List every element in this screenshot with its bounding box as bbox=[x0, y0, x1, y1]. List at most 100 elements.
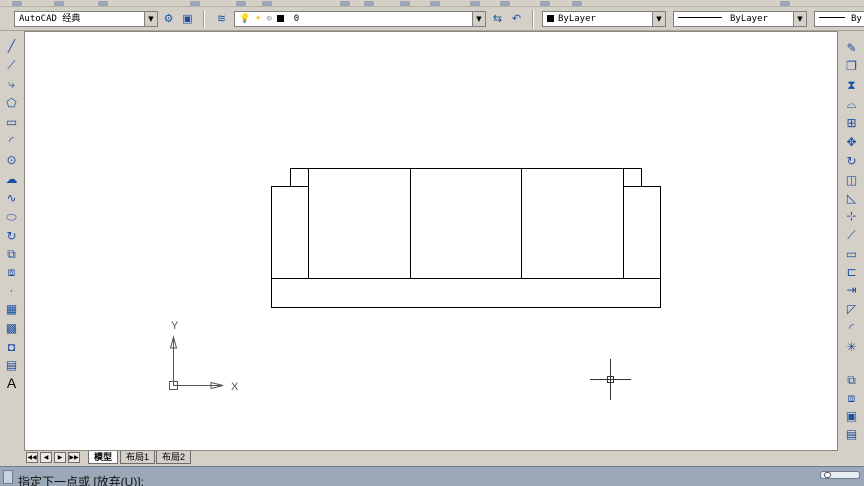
fillet-icon[interactable]: ◜ bbox=[843, 320, 860, 337]
command-line[interactable]: 指定下一点或 [放弃(U)]: bbox=[0, 466, 864, 486]
first-tab-icon[interactable]: ◀◀ bbox=[26, 452, 38, 463]
layer-freeze-icon: ☀ bbox=[255, 14, 262, 24]
break-at-point-icon[interactable]: ▭ bbox=[843, 246, 860, 263]
workspace-dropdown[interactable]: AutoCAD 经典 ▼ bbox=[14, 11, 158, 27]
prev-tab-icon[interactable]: ◀ bbox=[40, 452, 52, 463]
next-tab-icon[interactable]: ▶ bbox=[54, 452, 66, 463]
toolbar-separator bbox=[532, 10, 534, 28]
join-icon[interactable]: ⇥ bbox=[843, 282, 860, 299]
chevron-down-icon[interactable]: ▼ bbox=[652, 12, 665, 26]
toolbar-icon[interactable] bbox=[572, 1, 582, 6]
workspace-value: AutoCAD 经典 bbox=[19, 14, 81, 24]
gradient-icon[interactable]: ▩ bbox=[3, 320, 20, 337]
layer-previous-icon[interactable]: ↶ bbox=[509, 12, 524, 27]
draworder-above-icon[interactable]: ▣ bbox=[843, 408, 860, 425]
draworder-under-icon[interactable]: ▤ bbox=[843, 426, 860, 443]
table-icon[interactable]: ▤ bbox=[3, 357, 20, 374]
layer-lock-icon: ⊙ bbox=[266, 14, 272, 24]
polyline-icon[interactable]: ⤷ bbox=[3, 76, 20, 93]
last-tab-icon[interactable]: ▶▶ bbox=[68, 452, 80, 463]
sofa-left-arm bbox=[271, 186, 309, 279]
chamfer-icon[interactable]: ◸ bbox=[843, 301, 860, 318]
array-icon[interactable]: ⊞ bbox=[843, 115, 860, 132]
mirror-icon[interactable]: ⧗ bbox=[843, 77, 860, 94]
offset-icon[interactable]: ⌓ bbox=[843, 96, 860, 113]
crosshair-cursor bbox=[590, 359, 631, 400]
trim-icon[interactable]: ⊹ bbox=[843, 208, 860, 225]
stretch-icon[interactable]: ◺ bbox=[843, 190, 860, 207]
line-icon[interactable]: ╱ bbox=[3, 38, 20, 55]
construction-line-icon[interactable]: ⟋ bbox=[3, 57, 20, 74]
sofa-back-outline bbox=[290, 168, 642, 187]
rotate-icon[interactable]: ↻ bbox=[843, 153, 860, 170]
sofa-right-arm bbox=[623, 186, 661, 279]
arc-icon[interactable]: ◜ bbox=[3, 133, 20, 150]
ucs-y-label: Y bbox=[171, 320, 179, 332]
toolbar-icon[interactable] bbox=[540, 1, 550, 6]
circle-icon[interactable]: ⊙ bbox=[3, 152, 20, 169]
hatch-icon[interactable]: ▦ bbox=[3, 301, 20, 318]
make-block-icon[interactable]: ⧈ bbox=[3, 264, 20, 281]
chevron-down-icon[interactable]: ▼ bbox=[144, 12, 157, 26]
draworder-back-icon[interactable]: ⧈ bbox=[843, 390, 860, 407]
sofa-drawing bbox=[271, 168, 661, 308]
draworder-front-icon[interactable]: ⧉ bbox=[843, 372, 860, 389]
multiline-text-icon[interactable]: A bbox=[3, 375, 20, 392]
move-icon[interactable]: ✥ bbox=[843, 134, 860, 151]
ellipse-icon[interactable]: ⬭ bbox=[3, 209, 20, 226]
drawing-canvas[interactable]: Y X bbox=[24, 31, 838, 451]
workspace-save-icon[interactable]: ▣ bbox=[180, 12, 195, 27]
chevron-down-icon[interactable]: ▼ bbox=[793, 12, 806, 26]
toolbar-icon[interactable] bbox=[400, 1, 410, 6]
toolbar-icon[interactable] bbox=[12, 1, 22, 6]
tab-layout2[interactable]: 布局2 bbox=[156, 451, 192, 464]
lineweight-dropdown[interactable]: By bbox=[814, 11, 864, 27]
insert-block-icon[interactable]: ⧉ bbox=[3, 246, 20, 263]
toolbar-icon[interactable] bbox=[54, 1, 64, 6]
workspace-settings-icon[interactable]: ⚙ bbox=[161, 12, 176, 27]
chevron-down-icon[interactable]: ▼ bbox=[472, 12, 485, 26]
toolbar-separator bbox=[203, 10, 205, 28]
polygon-icon[interactable]: ⬠ bbox=[3, 95, 20, 112]
toolbar-icon[interactable] bbox=[340, 1, 350, 6]
point-icon[interactable]: · bbox=[3, 282, 20, 299]
toolbar-icon[interactable] bbox=[470, 1, 480, 6]
layer-manager-icon[interactable]: ≋ bbox=[214, 12, 229, 27]
erase-icon[interactable]: ✎ bbox=[843, 40, 860, 57]
tab-model[interactable]: 模型 bbox=[88, 451, 119, 464]
ucs-icon bbox=[169, 335, 224, 390]
command-scroll-knob[interactable] bbox=[824, 472, 831, 478]
make-object-layer-current-icon[interactable]: ⇆ bbox=[490, 12, 505, 27]
extend-icon[interactable]: ⟋ bbox=[843, 227, 860, 244]
scale-icon[interactable]: ◫ bbox=[843, 172, 860, 189]
layout-tabs-bar: ◀◀ ◀ ▶ ▶▶ 模型 布局1 布局2 bbox=[24, 451, 838, 465]
toolbar-icon[interactable] bbox=[430, 1, 440, 6]
linetype-value: ByLayer bbox=[730, 14, 768, 24]
ellipse-arc-icon[interactable]: ↻ bbox=[3, 228, 20, 245]
layer-on-icon: 💡 bbox=[239, 14, 251, 24]
lineweight-preview bbox=[819, 17, 845, 18]
toolbar-icon[interactable] bbox=[98, 1, 108, 6]
toolbar-icon[interactable] bbox=[780, 1, 790, 6]
autocad-window: AutoCAD 经典 ▼ ⚙ ▣ ≋ 💡 ☀ ⊙ 0 ▼ ⇆ ↶ ByLayer… bbox=[0, 0, 864, 486]
layer-dropdown[interactable]: 💡 ☀ ⊙ 0 ▼ bbox=[234, 11, 486, 27]
command-prompt: 指定下一点或 [放弃(U)]: bbox=[18, 475, 144, 486]
revision-cloud-icon[interactable]: ☁ bbox=[3, 171, 20, 188]
color-dropdown[interactable]: ByLayer ▼ bbox=[542, 11, 666, 27]
toolbar-icon[interactable] bbox=[500, 1, 510, 6]
spline-icon[interactable]: ∿ bbox=[3, 190, 20, 207]
rectangle-icon[interactable]: ▭ bbox=[3, 114, 20, 131]
copy-icon[interactable]: ❐ bbox=[843, 58, 860, 75]
toolbar-icon[interactable] bbox=[190, 1, 200, 6]
lineweight-value: By bbox=[851, 14, 862, 24]
explode-icon[interactable]: ✳ bbox=[843, 339, 860, 356]
region-icon[interactable]: ◘ bbox=[3, 339, 20, 356]
linetype-preview bbox=[678, 17, 722, 18]
command-line-grip[interactable] bbox=[3, 470, 13, 484]
tab-layout1[interactable]: 布局1 bbox=[120, 451, 156, 464]
break-icon[interactable]: ⊏ bbox=[843, 264, 860, 281]
toolbar-icon[interactable] bbox=[364, 1, 374, 6]
toolbar-icon[interactable] bbox=[262, 1, 272, 6]
linetype-dropdown[interactable]: ByLayer ▼ bbox=[673, 11, 807, 27]
toolbar-icon[interactable] bbox=[236, 1, 246, 6]
